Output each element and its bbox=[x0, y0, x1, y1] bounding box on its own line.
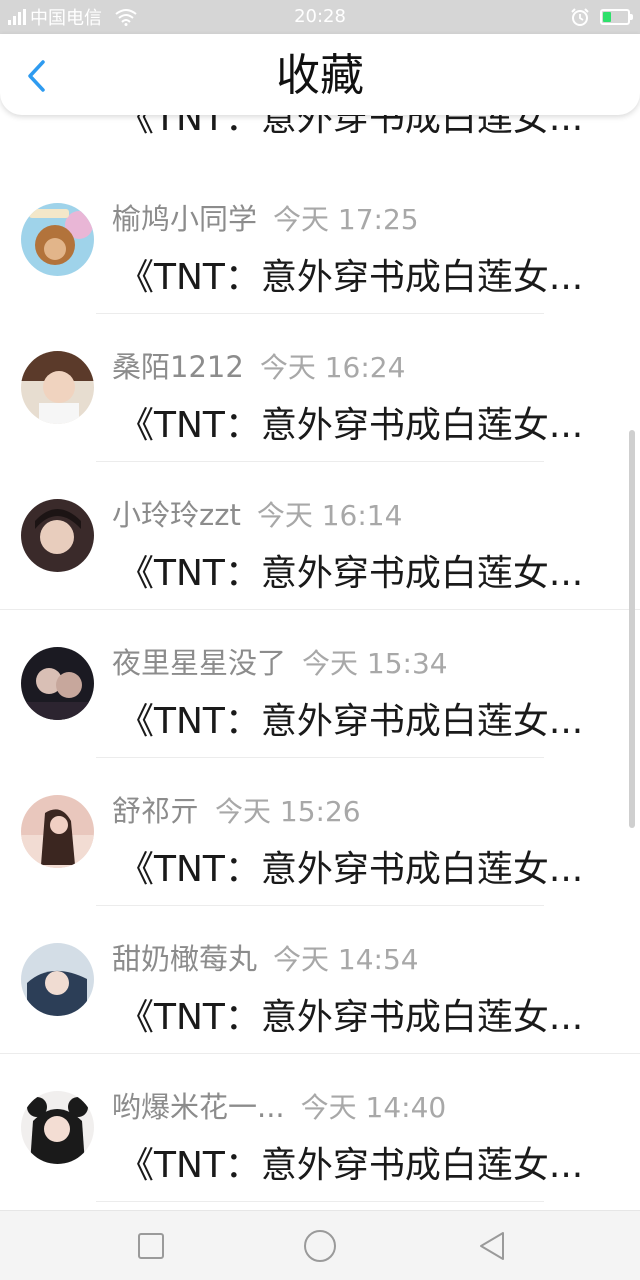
list-item[interactable]: 夜里星星没了 今天 15:34 《TNT：意外穿书成白莲女... bbox=[0, 610, 640, 758]
author-name[interactable]: 桑陌1212 bbox=[112, 344, 244, 386]
meta-line: 榆鸠小同学 今天 17:25 bbox=[112, 196, 620, 238]
scrollbar[interactable] bbox=[629, 430, 635, 828]
author-name[interactable]: 哟爆米花一... bbox=[112, 1084, 285, 1126]
avatar bbox=[21, 1091, 94, 1164]
page-title: 收藏 bbox=[276, 50, 364, 101]
book-title: 《TNT：意外穿书成白莲女... bbox=[118, 257, 584, 298]
home-circle-icon bbox=[304, 1230, 336, 1262]
timestamp: 今天 17:25 bbox=[273, 203, 419, 236]
system-nav-bar bbox=[0, 1210, 640, 1280]
timestamp: 今天 14:54 bbox=[273, 943, 419, 976]
recent-apps-button[interactable] bbox=[116, 1211, 186, 1280]
timestamp: 今天 15:34 bbox=[302, 647, 448, 680]
back-nav-button[interactable] bbox=[457, 1211, 527, 1280]
list-item[interactable]: 哟爆米花一... 今天 14:40 《TNT：意外穿书成白莲女... bbox=[0, 1054, 640, 1202]
list-item[interactable]: 小玲玲zzt 今天 16:14 《TNT：意外穿书成白莲女... bbox=[0, 462, 640, 610]
author-name[interactable]: 甜奶橄莓丸 bbox=[112, 936, 257, 978]
list-item[interactable]: 榆鸠小同学 今天 17:25 《TNT：意外穿书成白莲女... bbox=[0, 166, 640, 314]
clock: 20:28 bbox=[294, 6, 346, 27]
avatar bbox=[21, 499, 94, 572]
book-title: 《TNT：意外穿书成白莲女... bbox=[118, 553, 584, 594]
meta-line: 夜里星星没了 今天 15:34 bbox=[112, 640, 620, 682]
avatar bbox=[21, 203, 94, 276]
book-title: 《TNT：意外穿书成白莲女... bbox=[118, 1145, 584, 1186]
avatar bbox=[21, 943, 94, 1016]
divider bbox=[96, 1201, 544, 1202]
meta-line: 甜奶橄莓丸 今天 14:54 bbox=[112, 936, 620, 978]
recent-apps-square-icon bbox=[138, 1233, 164, 1259]
author-name[interactable]: 舒祁亓 bbox=[112, 788, 199, 830]
timestamp: 今天 16:24 bbox=[259, 351, 406, 384]
back-button[interactable] bbox=[16, 56, 56, 96]
timestamp: 今天 14:40 bbox=[300, 1091, 447, 1124]
author-name[interactable]: 榆鸠小同学 bbox=[112, 196, 257, 238]
alarm-icon bbox=[571, 8, 589, 26]
book-title: 《TNT：意外穿书成白莲女... bbox=[118, 405, 584, 446]
status-bar: 中国电信 20:28 bbox=[0, 0, 640, 34]
battery-level bbox=[603, 12, 611, 22]
meta-line: 舒祁亓 今天 15:26 bbox=[112, 788, 620, 830]
favorites-screen: 《TNT：意外穿书成白莲女... 榆鸠小同学 今天 17:25 《TNT：意外穿书… bbox=[0, 0, 640, 1280]
battery-icon bbox=[600, 9, 633, 25]
author-name[interactable]: 夜里星星没了 bbox=[112, 640, 286, 682]
chevron-left-icon bbox=[28, 60, 45, 92]
back-triangle-icon bbox=[480, 1232, 504, 1260]
meta-line: 桑陌1212 今天 16:24 bbox=[112, 344, 620, 386]
timestamp: 今天 16:14 bbox=[256, 499, 403, 532]
author-name[interactable]: 小玲玲zzt bbox=[112, 492, 241, 534]
meta-line: 哟爆米花一... 今天 14:40 bbox=[112, 1084, 620, 1126]
meta-line: 小玲玲zzt 今天 16:14 bbox=[112, 492, 620, 534]
timestamp: 今天 15:26 bbox=[215, 795, 361, 828]
book-title: 《TNT：意外穿书成白莲女... bbox=[118, 997, 584, 1038]
book-title: 《TNT：意外穿书成白莲女... bbox=[118, 849, 584, 890]
list-item[interactable]: 甜奶橄莓丸 今天 14:54 《TNT：意外穿书成白莲女... bbox=[0, 906, 640, 1054]
avatar bbox=[21, 795, 94, 868]
book-title: 《TNT：意外穿书成白莲女... bbox=[118, 701, 584, 742]
avatar bbox=[21, 647, 94, 720]
list-item[interactable]: 舒祁亓 今天 15:26 《TNT：意外穿书成白莲女... bbox=[0, 758, 640, 906]
home-button[interactable] bbox=[285, 1211, 355, 1280]
header-bar: 收藏 bbox=[0, 34, 640, 115]
avatar bbox=[21, 351, 94, 424]
favorites-list[interactable]: 《TNT：意外穿书成白莲女... 榆鸠小同学 今天 17:25 《TNT：意外穿书… bbox=[0, 0, 640, 1210]
list-item[interactable]: 桑陌1212 今天 16:24 《TNT：意外穿书成白莲女... bbox=[0, 314, 640, 462]
